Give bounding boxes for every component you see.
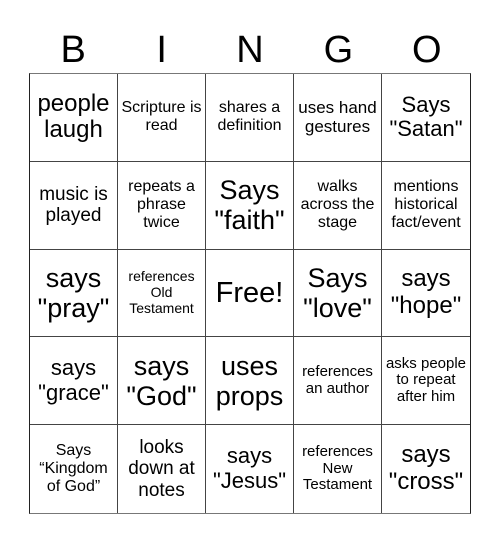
bingo-cell-label: music is played [39,183,108,227]
bingo-cell-label: says "Jesus" [212,443,287,494]
header-letter-i: I [156,29,167,71]
bingo-cell-label: says "cross" [388,441,464,496]
bingo-cell-label: Says "faith" [214,174,285,236]
bingo-cell[interactable]: looks down at notes [118,425,206,513]
bingo-cell[interactable]: Says "love" [294,249,382,338]
bingo-cell-label: Scripture is read [121,99,202,135]
bingo-cell[interactable]: references Old Testament [118,249,206,338]
header-letter-n: N [236,29,264,71]
bingo-cell-label: looks down at notes [128,437,195,501]
bingo-cell-label: mentions historical fact/event [391,178,461,232]
bingo-cell[interactable]: says "Jesus" [206,425,294,513]
bingo-cell[interactable]: says "grace" [30,337,118,426]
bingo-cell[interactable]: people laugh [30,74,118,162]
bingo-cell[interactable]: says "cross" [382,425,470,513]
bingo-cell-label: walks across the stage [300,178,375,232]
bingo-cell[interactable]: says "God" [118,337,206,426]
bingo-cell-label: Says “Kingdom of God” [39,442,108,496]
bingo-cell-label: repeats a phrase twice [128,178,195,232]
bingo-cell-label: says "hope" [390,265,462,319]
header-letter-g: G [323,29,354,71]
bingo-cell-label: people laugh [37,89,110,144]
bingo-cell[interactable]: says "pray" [30,249,118,338]
bingo-cell-label: says "God" [126,350,197,411]
bingo-cell[interactable]: references New Testament [294,425,382,513]
bingo-cell-label: asks people to repeat after him [385,354,467,406]
bingo-cell-label: uses props [215,350,284,411]
bingo-cell[interactable]: Says "faith" [206,161,294,250]
bingo-header: B I N G O [29,27,471,73]
bingo-cell-label: references Old Testament [128,268,195,316]
bingo-cell[interactable]: walks across the stage [294,161,382,250]
bingo-cell[interactable]: repeats a phrase twice [118,161,206,250]
bingo-cell[interactable]: uses hand gestures [294,74,382,162]
bingo-cell-label: references New Testament [302,442,373,494]
bingo-cell-label: Free! [215,276,284,309]
bingo-cell[interactable]: Says “Kingdom of God” [30,425,118,513]
bingo-cell[interactable]: mentions historical fact/event [382,162,470,250]
bingo-cell-label: says "pray" [37,262,110,323]
header-letter-b: B [60,29,86,71]
bingo-card-grid: people laugh Scripture is read shares a de… [29,73,471,514]
bingo-cell-label: references an author [302,362,373,397]
header-letter-o: O [412,29,442,71]
bingo-cell-label: uses hand gestures [298,98,377,137]
bingo-cell[interactable]: shares a definition [206,74,294,162]
bingo-cell[interactable]: music is played [30,161,118,250]
bingo-cell[interactable]: uses props [206,337,294,426]
bingo-cell-label: Says "Satan" [389,91,463,142]
bingo-cell[interactable]: references an author [294,337,382,426]
free-space-cell[interactable]: Free! [206,249,294,338]
bingo-cell[interactable]: says "hope" [382,250,470,338]
bingo-cell-label: says "grace" [38,355,109,405]
bingo-cell[interactable]: Scripture is read [118,74,206,162]
bingo-cell[interactable]: asks people to repeat after him [382,337,470,426]
bingo-cell[interactable]: Says "Satan" [382,74,470,162]
bingo-cell-label: Says "love" [303,262,372,323]
bingo-cell-label: shares a definition [217,99,282,135]
